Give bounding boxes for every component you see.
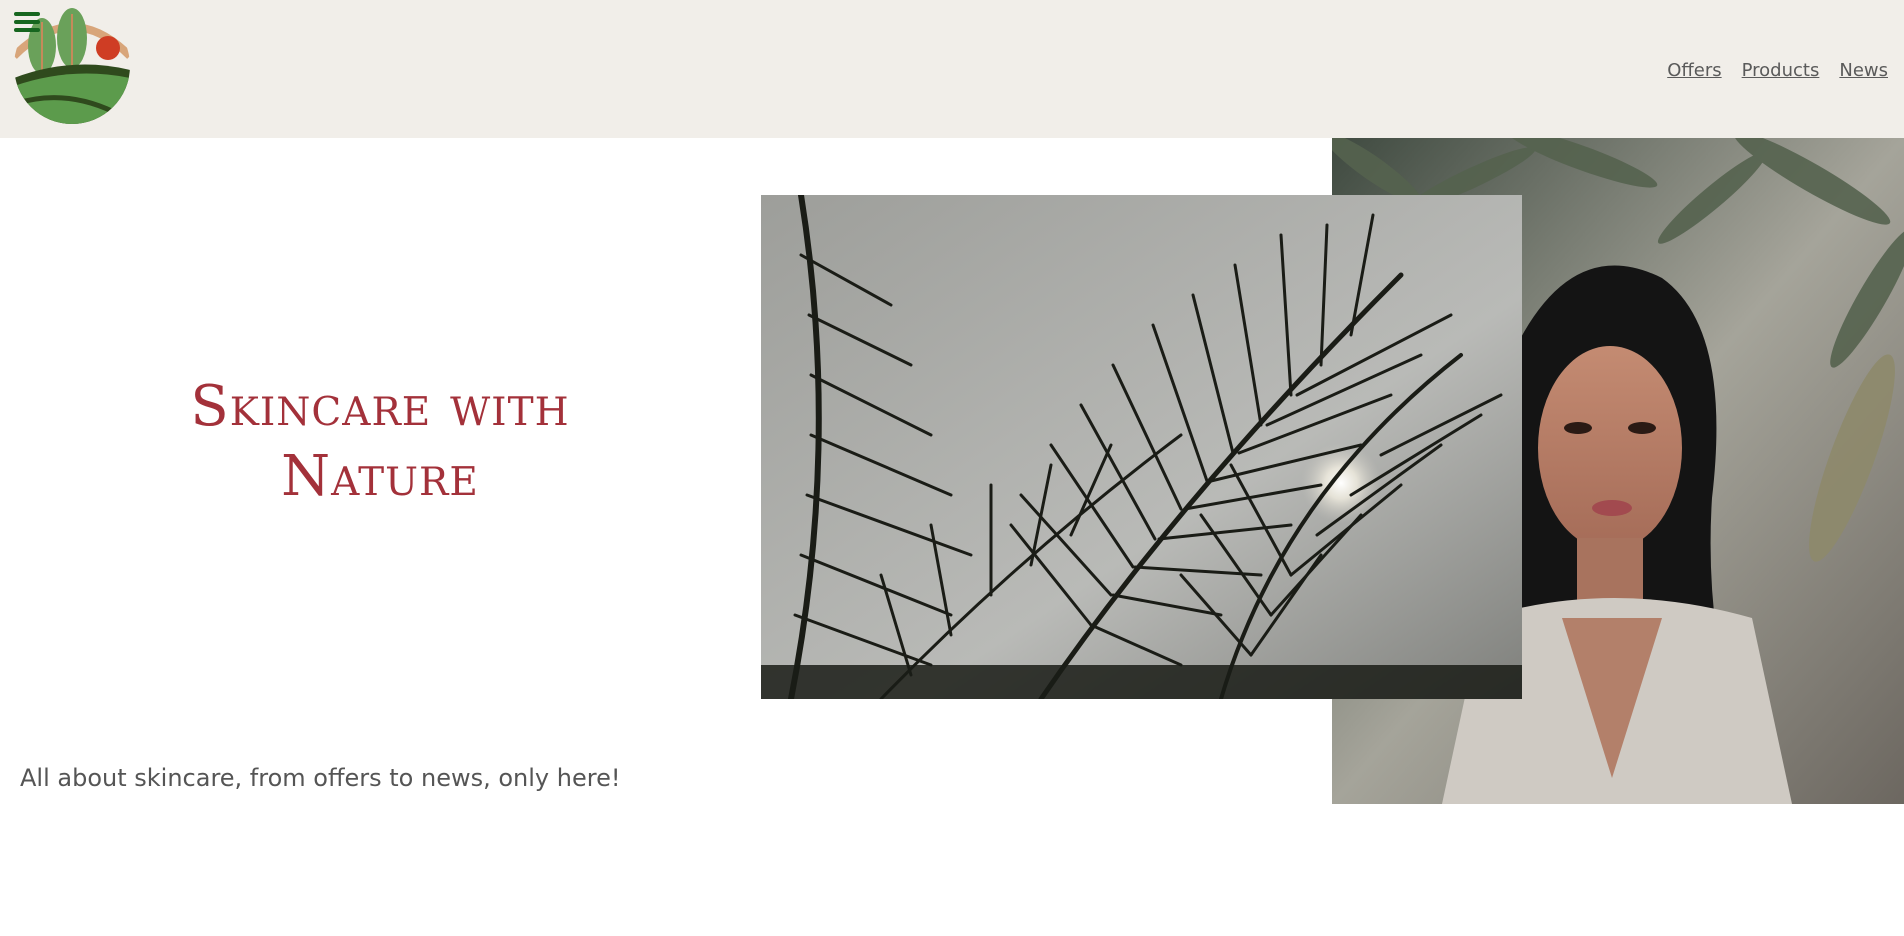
hero-title-line1: Skincare with [190,374,570,439]
site-header: Offers Products News [0,0,1904,138]
hero-title: Skincare with Nature [120,372,640,512]
palm-leaves-image [761,195,1522,699]
nav-products-link[interactable]: Products [1742,60,1820,81]
hamburger-menu-icon[interactable] [14,12,40,34]
nav-offers-link[interactable]: Offers [1667,60,1721,81]
hero-tagline: All about skincare, from offers to news,… [20,764,621,792]
nav-news-link[interactable]: News [1839,60,1888,81]
hero-title-line2: Nature [281,444,479,509]
main-nav: Offers Products News [1667,60,1888,81]
